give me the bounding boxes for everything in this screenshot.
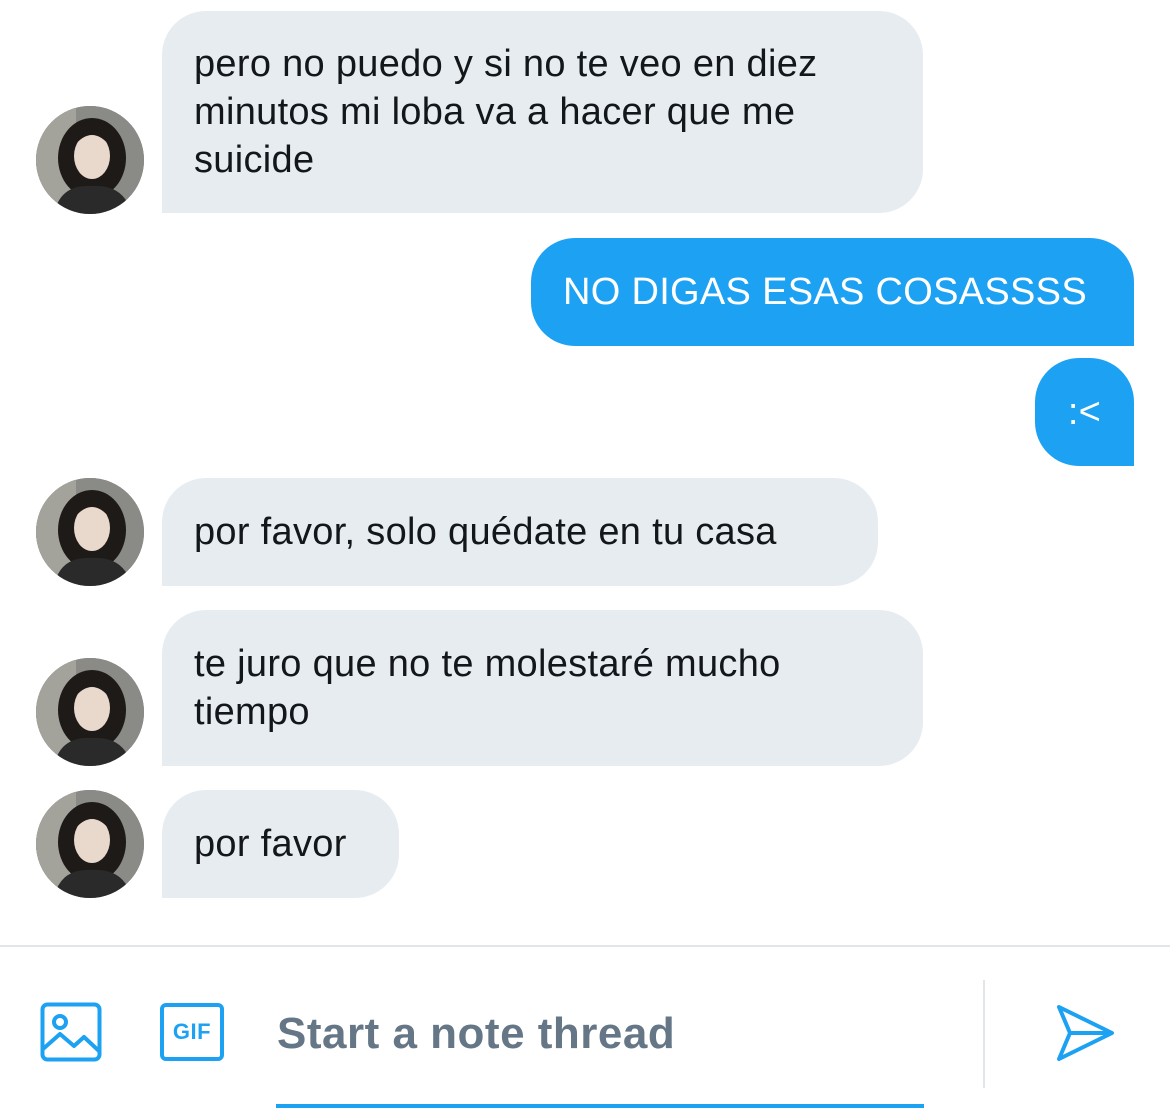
send-icon[interactable] — [1054, 1003, 1116, 1063]
message-thread: pero no puedo y si no te veo en diez min… — [0, 0, 1170, 945]
message-bubble-incoming[interactable]: pero no puedo y si no te veo en diez min… — [162, 11, 923, 213]
gif-icon[interactable]: GIF — [160, 1003, 224, 1061]
input-focus-underline — [276, 1104, 924, 1108]
avatar[interactable] — [36, 790, 144, 898]
message-bubble-incoming[interactable]: por favor, solo quédate en tu casa — [162, 478, 878, 586]
message-text-line: te juro que no te molestaré mucho — [194, 643, 781, 685]
avatar[interactable] — [36, 658, 144, 766]
message-text: por favor — [194, 823, 347, 865]
image-icon[interactable] — [40, 1002, 102, 1062]
avatar[interactable] — [36, 106, 144, 214]
message-bubble-incoming[interactable]: por favor — [162, 790, 399, 898]
note-thread-input[interactable]: Start a note thread — [277, 1009, 675, 1059]
message-bubble-incoming[interactable]: te juro que no te molestaré mucho tiempo — [162, 610, 923, 766]
message-text-line: pero no puedo y si no te veo en diez — [194, 43, 818, 85]
message-bubble-outgoing[interactable]: NO DIGAS ESAS COSASSSS — [531, 238, 1134, 346]
avatar[interactable] — [36, 478, 144, 586]
message-composer: GIF Start a note thread — [0, 947, 1170, 1119]
message-text-line: tiempo — [194, 691, 310, 733]
message-text: NO DIGAS ESAS COSASSSS — [563, 271, 1087, 313]
message-text-line: suicide — [194, 139, 315, 181]
send-separator — [983, 980, 985, 1088]
gif-label: GIF — [172, 1019, 212, 1044]
message-bubble-outgoing[interactable]: :< — [1035, 358, 1134, 466]
message-text: por favor, solo quédate en tu casa — [194, 511, 777, 553]
message-text-line: minutos mi loba va a hacer que me — [194, 91, 796, 133]
message-text: :< — [1067, 391, 1102, 433]
